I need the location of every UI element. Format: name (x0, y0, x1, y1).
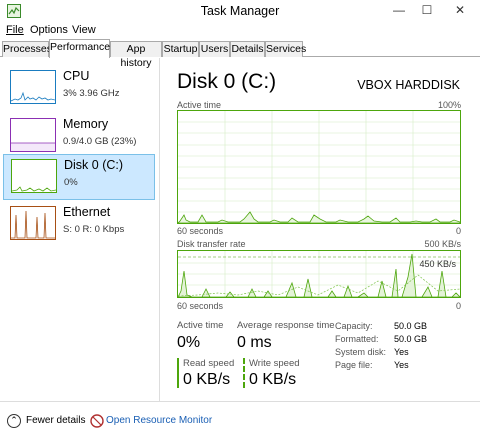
system-disk-label: System disk: (335, 347, 387, 357)
transfer-graph-max: 500 KB/s (424, 239, 461, 249)
resource-cpu[interactable]: CPU 3% 3.96 GHz (3, 66, 155, 112)
title-bar: Task Manager — ☐ ✕ (0, 0, 480, 22)
tab-services[interactable]: Services (265, 41, 306, 57)
system-disk-value: Yes (394, 347, 409, 357)
disk-title: Disk 0 (C:) (177, 70, 277, 93)
cpu-thumbnail (10, 70, 56, 104)
resource-memory-name: Memory (63, 117, 109, 131)
tab-details[interactable]: Details (230, 41, 265, 57)
minimize-button[interactable]: — (386, 0, 412, 20)
disk-detail-panel: Disk 0 (C:) VBOX HARDDISK Active time 10… (161, 58, 480, 401)
resource-memory-sub: 0.9/4.0 GB (23%) (63, 136, 137, 147)
resource-disk[interactable]: Disk 0 (C:) 0% (3, 154, 155, 200)
active-time-graph-right: 0 (455, 226, 461, 236)
menu-options[interactable]: Options (30, 24, 68, 36)
maximize-button[interactable]: ☐ (414, 0, 440, 20)
close-button[interactable]: ✕ (442, 0, 478, 20)
resource-disk-sub: 0% (64, 177, 78, 188)
transfer-graph-left: 60 seconds (177, 301, 224, 311)
page-file-value: Yes (394, 360, 409, 370)
tab-processes[interactable]: Processes (2, 41, 52, 57)
resource-ethernet[interactable]: Ethernet S: 0 R: 0 Kbps (3, 202, 155, 248)
avg-response-label: Average response time (237, 320, 335, 331)
read-speed-label: Read speed (183, 358, 235, 369)
menu-file-label: File (6, 24, 24, 36)
menu-bar: File Options View (0, 22, 480, 39)
resource-list: CPU 3% 3.96 GHz Memory 0.9/4.0 GB (23%) … (0, 58, 160, 401)
active-time-label: Active time (177, 320, 224, 331)
transfer-graph-mid: 450 KB/s (419, 259, 456, 269)
resource-ethernet-sub: S: 0 R: 0 Kbps (63, 224, 125, 235)
ethernet-thumbnail (10, 206, 56, 240)
capacity-value: 50.0 GB (394, 321, 428, 331)
formatted-label: Formatted: (335, 334, 379, 344)
disk-thumbnail (11, 159, 57, 193)
transfer-graph-label: Disk transfer rate (177, 239, 246, 249)
transfer-rate-graph: 450 KB/s (177, 250, 461, 298)
menu-view[interactable]: View (72, 24, 96, 36)
resource-disk-name: Disk 0 (C:) (64, 158, 124, 172)
chevron-up-icon[interactable]: ⌃ (7, 414, 21, 428)
active-time-graph (177, 110, 461, 224)
formatted-value: 50.0 GB (394, 334, 428, 344)
resource-ethernet-name: Ethernet (63, 205, 111, 219)
tab-strip: Processes Performance App history Startu… (0, 39, 480, 69)
disk-model: VBOX HARDDISK (357, 78, 460, 92)
capacity-label: Capacity: (335, 321, 373, 331)
menu-view-label: View (72, 24, 96, 36)
write-speed-bar (243, 358, 245, 388)
menu-file[interactable]: File (6, 24, 24, 36)
tab-app-history[interactable]: App history (110, 41, 162, 69)
write-speed-value: 0 KB/s (249, 371, 297, 388)
resource-cpu-name: CPU (63, 69, 90, 83)
page-file-label: Page file: (335, 360, 373, 370)
read-speed-bar (177, 358, 179, 388)
bottom-bar: ⌃ Fewer details Open Resource Monitor (0, 401, 480, 440)
tab-users[interactable]: Users (199, 41, 230, 57)
avg-response-value: 0 ms (237, 334, 272, 351)
fewer-details-link[interactable]: Fewer details (26, 415, 85, 426)
write-speed-label: Write speed (249, 358, 300, 369)
resource-cpu-sub: 3% 3.96 GHz (63, 88, 120, 99)
tab-startup[interactable]: Startup (162, 41, 199, 57)
active-time-graph-max: 100% (437, 100, 461, 110)
tab-performance[interactable]: Performance (49, 39, 110, 58)
transfer-graph-right: 0 (455, 301, 461, 311)
resource-monitor-icon (90, 414, 104, 428)
read-speed-value: 0 KB/s (183, 371, 231, 388)
memory-thumbnail (10, 118, 56, 152)
active-time-graph-label: Active time (177, 100, 222, 110)
menu-options-label: Options (30, 24, 68, 36)
active-time-graph-left: 60 seconds (177, 226, 224, 236)
active-time-value: 0% (177, 334, 201, 351)
open-resource-monitor-link[interactable]: Open Resource Monitor (106, 415, 212, 426)
